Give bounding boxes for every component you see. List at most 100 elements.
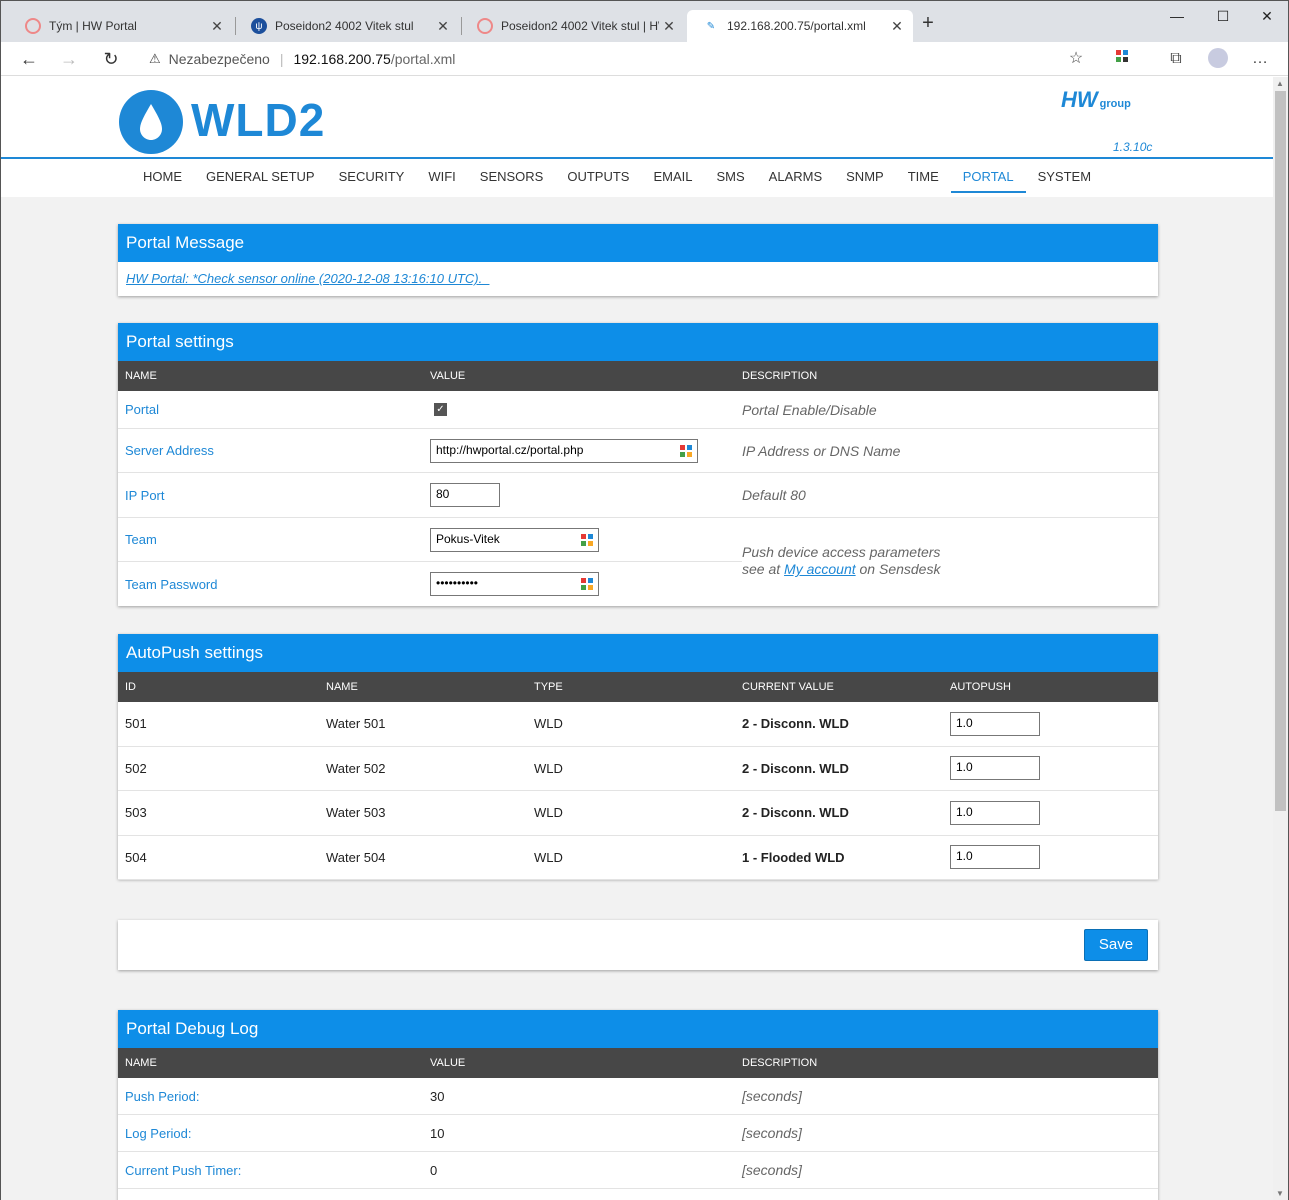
password-manager-icon[interactable] [580, 533, 594, 547]
debug-description: [seconds] [742, 1162, 802, 1178]
close-tab-icon[interactable]: ✕ [433, 18, 453, 35]
debug-name: Log Period: [125, 1125, 192, 1141]
save-button[interactable]: Save [1084, 929, 1148, 961]
close-window-icon[interactable]: ✕ [1244, 1, 1289, 31]
menu-item-security[interactable]: SECURITY [327, 161, 417, 193]
firmware-version: 1.3.10c [1113, 140, 1153, 154]
menu-item-time[interactable]: TIME [896, 161, 951, 193]
input-value: Pokus-Vitek [436, 531, 500, 546]
forward-icon[interactable]: → [55, 46, 83, 72]
table-header: NAME VALUE DESCRIPTION [118, 1048, 1158, 1078]
table-row: Current Push Timer: 0 [seconds] [118, 1152, 1158, 1189]
autopush-input[interactable]: 1.0 [950, 845, 1040, 870]
more-menu-icon[interactable]: … [1249, 48, 1271, 70]
sensor-type: WLD [534, 760, 563, 776]
settings-row-team-password: Team Password •••••••••• [118, 562, 742, 606]
sensor-id: 502 [125, 760, 147, 776]
setting-label: Team [125, 532, 157, 547]
minimize-icon[interactable]: — [1154, 1, 1200, 31]
password-manager-icon[interactable] [679, 444, 693, 458]
debug-value: 0 [430, 1162, 438, 1178]
url-host[interactable]: 192.168.200.75 [293, 51, 390, 67]
browser-tab-3[interactable]: Poseidon2 4002 Vitek stul | HW ✕ [461, 10, 685, 42]
debug-description: [seconds] [742, 1125, 802, 1141]
sensor-current-value: 2 - Disconn. WLD [742, 760, 849, 776]
warning-icon[interactable]: ⚠ [149, 51, 161, 67]
collections-icon[interactable]: ⧉ [1165, 48, 1187, 70]
menu-item-outputs[interactable]: OUTPUTS [555, 161, 641, 193]
save-card: Save [118, 920, 1158, 970]
team-password-input[interactable]: •••••••••• [430, 572, 599, 596]
menu-item-portal[interactable]: PORTAL [950, 161, 1026, 193]
input-value: 1.0 [956, 804, 973, 819]
column-header: VALUE [430, 1057, 466, 1069]
hw-group-logo: HW group [1061, 87, 1131, 113]
favorite-star-icon[interactable]: ☆ [1065, 48, 1087, 70]
table-row: 503 Water 503 WLD 2 - Disconn. WLD 1.0 [118, 791, 1158, 836]
scrollbar[interactable]: ▲ ▼ [1273, 77, 1288, 1200]
team-description: Push device access parameters see at My … [742, 518, 940, 606]
new-tab-icon[interactable]: + [915, 11, 941, 37]
sensor-name: Water 504 [326, 849, 386, 865]
portal-message-link[interactable]: HW Portal: *Check sensor online (2020-12… [118, 262, 1158, 295]
menu-item-sms[interactable]: SMS [705, 161, 757, 193]
ip-port-input[interactable]: 80 [430, 483, 500, 507]
card-title: Portal settings [118, 323, 1158, 361]
password-manager-icon[interactable] [580, 577, 594, 591]
debug-name: Push Period: [125, 1088, 200, 1104]
extension-icon[interactable] [1111, 48, 1133, 70]
my-account-link[interactable]: My account [784, 561, 856, 577]
brand-sub-text: group [1099, 98, 1131, 110]
card-title: Portal Message [118, 224, 1158, 262]
menu-item-alarms[interactable]: ALARMS [757, 161, 834, 193]
main-menu: HOME GENERAL SETUP SECURITY WIFI SENSORS OUTP… [131, 161, 1103, 197]
setting-label: Server Address [125, 443, 214, 458]
menu-item-home[interactable]: HOME [131, 161, 194, 193]
browser-tab-4-active[interactable]: ✎ 192.168.200.75/portal.xml ✕ [687, 10, 913, 42]
sensor-name: Water 503 [326, 805, 386, 821]
menu-item-snmp[interactable]: SNMP [834, 161, 896, 193]
back-icon[interactable]: ← [15, 46, 43, 72]
column-header: NAME [125, 1057, 157, 1069]
profile-avatar-icon[interactable] [1207, 48, 1229, 70]
card-title: AutoPush settings [118, 634, 1158, 672]
menu-item-general-setup[interactable]: GENERAL SETUP [194, 161, 327, 193]
security-label[interactable]: Nezabezpečeno [169, 51, 270, 67]
maximize-icon[interactable]: ☐ [1200, 1, 1246, 31]
tab-title: Poseidon2 4002 Vitek stul [275, 19, 414, 33]
menu-item-email[interactable]: EMAIL [641, 161, 704, 193]
close-tab-icon[interactable]: ✕ [887, 18, 907, 35]
menu-item-system[interactable]: SYSTEM [1026, 161, 1103, 193]
page-favicon-icon: ✎ [706, 20, 716, 32]
close-tab-icon[interactable]: ✕ [659, 18, 679, 35]
scrollbar-thumb[interactable] [1275, 91, 1286, 811]
browser-tab-1[interactable]: Tým | HW Portal ✕ [9, 10, 233, 42]
autopush-input[interactable]: 1.0 [950, 756, 1040, 781]
portal-enable-checkbox[interactable]: ✓ [434, 403, 447, 416]
debug-description: [seconds] [742, 1088, 802, 1104]
debug-value: 10 [430, 1125, 445, 1141]
column-header: CURRENT VALUE [742, 681, 834, 693]
team-input[interactable]: Pokus-Vitek [430, 527, 599, 552]
site-header: WLD2 HW group 1.3.10c HOME GENERAL SETUP SE… [1, 77, 1273, 197]
card-title: Portal Debug Log [118, 1010, 1158, 1048]
autopush-input[interactable]: 1.0 [950, 711, 1040, 736]
menu-item-wifi[interactable]: WIFI [416, 161, 467, 193]
address-bar[interactable]: ⚠ Nezabezpečeno | 192.168.200.75/portal.… [139, 45, 1099, 73]
input-value: 1.0 [956, 849, 973, 864]
settings-row-server: Server Address http://hwportal.cz/portal… [118, 429, 1158, 473]
address-toolbar: ← → ↻ ⚠ Nezabezpečeno | 192.168.200.75/p… [1, 42, 1288, 76]
autopush-input[interactable]: 1.0 [950, 800, 1040, 825]
close-tab-icon[interactable]: ✕ [207, 18, 227, 35]
table-header: ID NAME TYPE CURRENT VALUE AUTOPUSH [118, 672, 1158, 702]
settings-row-port: IP Port 80 Default 80 [118, 473, 1158, 518]
browser-tab-2[interactable]: ψ Poseidon2 4002 Vitek stul ✕ [235, 10, 459, 42]
url-path[interactable]: /portal.xml [391, 51, 456, 67]
sensor-current-value: 2 - Disconn. WLD [742, 716, 849, 732]
server-address-input[interactable]: http://hwportal.cz/portal.php [430, 438, 698, 463]
menu-item-sensors[interactable]: SENSORS [468, 161, 556, 193]
column-header: ID [125, 681, 136, 693]
debug-name: Current Push Timer: [125, 1162, 242, 1178]
reload-icon[interactable]: ↻ [97, 46, 125, 72]
portal-settings-card: Portal settings NAME VALUE DESCRIPTION P… [118, 323, 1158, 606]
